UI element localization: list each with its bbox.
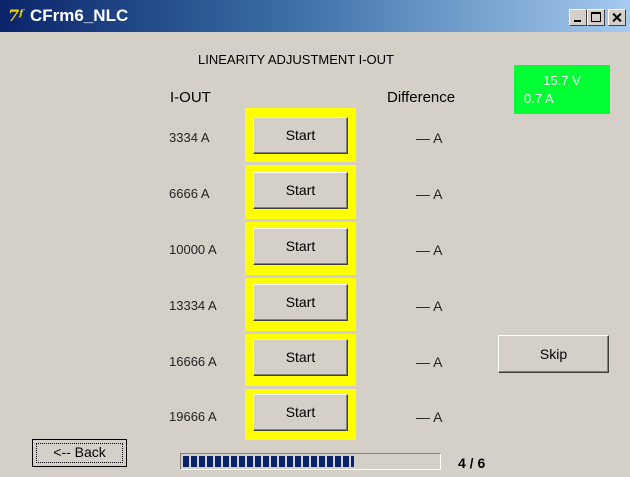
difference-value-6: — A	[416, 409, 443, 425]
start-button-2[interactable]: Start	[253, 172, 348, 209]
start-button-3[interactable]: Start	[253, 228, 348, 265]
row-separator	[245, 386, 356, 389]
iout-value-6: 19666 A	[169, 409, 217, 424]
power-readout: 15.7 V 0.7 A	[514, 65, 610, 114]
difference-column-header: Difference	[387, 89, 456, 106]
difference-value-5: — A	[416, 354, 443, 370]
current-readout: 0.7 A	[524, 91, 554, 106]
row-separator	[245, 162, 356, 165]
iout-value-4: 13334 A	[169, 298, 217, 313]
start-button-6[interactable]: Start	[253, 394, 348, 431]
progress-step-text: 4 / 6	[458, 455, 486, 471]
minimize-button[interactable]	[569, 9, 587, 26]
iout-value-2: 6666 A	[169, 186, 210, 201]
row-separator	[245, 219, 356, 222]
difference-value-4: — A	[416, 298, 443, 314]
title-bar[interactable]: 7ᶠ CFrm6_NLC	[0, 0, 630, 32]
window-title: CFrm6_NLC	[30, 6, 129, 25]
maximize-button[interactable]	[587, 9, 605, 26]
app-logo-icon: 7ᶠ	[8, 6, 24, 25]
row-separator	[245, 275, 356, 278]
iout-value-5: 16666 A	[169, 354, 217, 369]
close-button[interactable]	[608, 9, 626, 26]
iout-value-1: 3334 A	[169, 130, 210, 145]
iout-value-3: 10000 A	[169, 242, 217, 257]
iout-column-header: I-OUT	[170, 89, 211, 106]
progress-bar	[180, 453, 441, 470]
start-button-4[interactable]: Start	[253, 284, 348, 321]
active-column-highlight	[245, 108, 356, 440]
skip-button[interactable]: Skip	[498, 335, 609, 373]
app-window: 7ᶠ CFrm6_NLC LINEARITY ADJUSTMENT I-OUT …	[0, 0, 630, 477]
start-button-5[interactable]: Start	[253, 339, 348, 376]
difference-value-2: — A	[416, 186, 443, 202]
voltage-readout: 15.7 V	[543, 73, 581, 88]
start-button-1[interactable]: Start	[253, 117, 348, 154]
page-heading: LINEARITY ADJUSTMENT I-OUT	[198, 52, 394, 67]
row-separator	[245, 331, 356, 334]
difference-value-3: — A	[416, 242, 443, 258]
back-button[interactable]: <-- Back	[32, 439, 127, 467]
back-button-label: <-- Back	[53, 444, 106, 460]
progress-fill	[183, 456, 354, 467]
difference-value-1: — A	[416, 130, 443, 146]
